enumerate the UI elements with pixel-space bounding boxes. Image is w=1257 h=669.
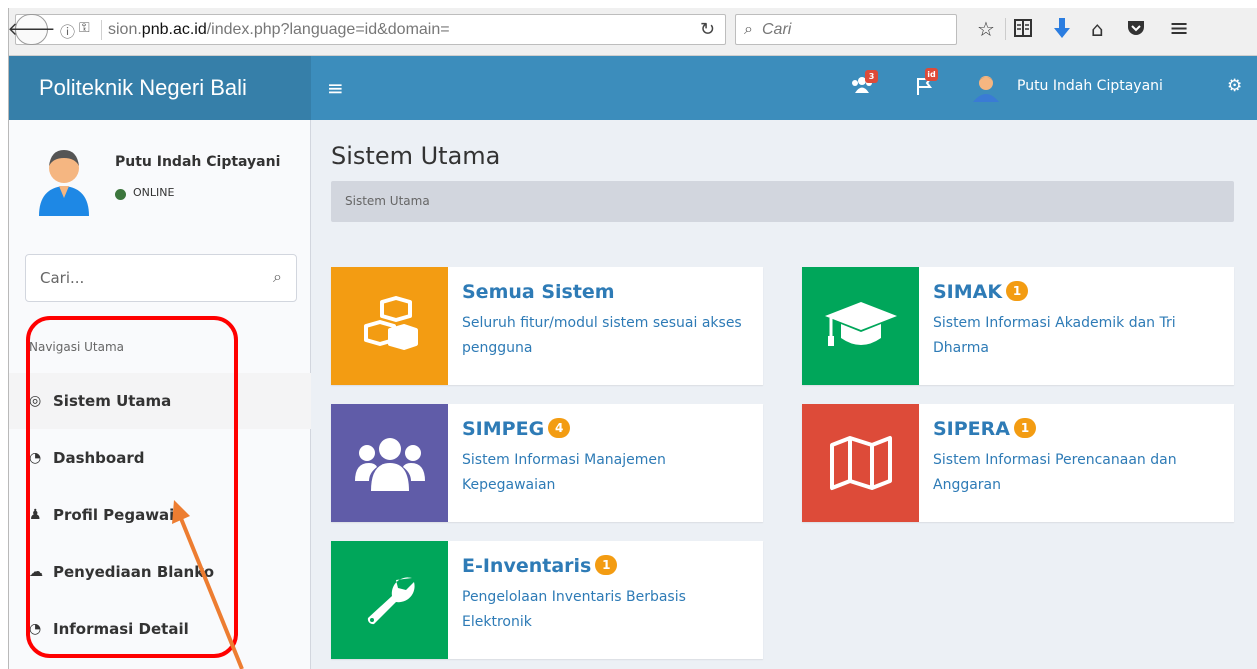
card-description[interactable]: Seluruh fitur/modul sistem sesuai akses … (462, 311, 752, 361)
bookmark-star-icon[interactable]: ☆ (977, 17, 995, 41)
pocket-icon[interactable] (1127, 19, 1145, 37)
card-title[interactable]: SIMAK 1 (933, 281, 1029, 303)
url-domain: pnb.ac.id (141, 21, 207, 38)
brand-logo[interactable]: Politeknik Negeri Bali (9, 56, 311, 120)
card-title[interactable]: Semua Sistem (462, 281, 615, 303)
download-icon[interactable] (1053, 17, 1071, 39)
browser-search-bar[interactable]: ⌕ Cari (735, 14, 957, 45)
reload-icon[interactable]: ↻ (700, 19, 715, 40)
card-title[interactable]: SIMPEG 4 (462, 418, 571, 440)
sidebar-toggle-icon[interactable]: ≡ (327, 76, 344, 100)
online-status-icon (115, 189, 126, 200)
user-panel-avatar (39, 150, 89, 216)
back-button[interactable]: 🡐 (9, 14, 56, 45)
card-icon-box (331, 267, 448, 385)
system-card-simak[interactable]: SIMAK 1 Sistem Informasi Akademik dan Tri… (802, 267, 1234, 385)
map-icon (829, 436, 892, 490)
system-card-simpeg[interactable]: SIMPEG 4 Sistem Informasi Manajemen Kepeg… (331, 404, 763, 522)
toolbar-divider (1005, 18, 1006, 40)
card-badge: 1 (1006, 281, 1029, 301)
breadcrumb: Sistem Utama (331, 181, 1234, 222)
card-description[interactable]: Sistem Informasi Manajemen Kepegawaian (462, 448, 752, 498)
card-title-text: SIMAK (933, 281, 1003, 303)
reading-list-icon[interactable] (1014, 18, 1032, 38)
url-text[interactable]: sion.pnb.ac.id/index.php?language=id&dom… (108, 21, 450, 39)
flag-badge: id (925, 68, 938, 81)
user-status: ONLINE (133, 186, 175, 199)
card-title[interactable]: E-Inventaris 1 (462, 555, 618, 577)
browser-search-placeholder: Cari (762, 21, 792, 38)
search-icon[interactable]: ⌕ (273, 267, 282, 287)
url-bar[interactable]: 🡐 ⓘ ⚿ sion.pnb.ac.id/index.php?language=… (9, 14, 726, 45)
key-icon[interactable]: ⚿ (79, 20, 90, 36)
cubes-icon (363, 296, 418, 350)
card-description[interactable]: Pengelolaan Inventaris Berbasis Elektron… (462, 585, 752, 635)
card-badge: 4 (548, 418, 571, 438)
card-title-text: SIMPEG (462, 418, 545, 440)
card-icon-box (331, 404, 448, 522)
card-description[interactable]: Sistem Informasi Akademik dan Tri Dharma (933, 311, 1223, 361)
card-title-text: SIPERA (933, 418, 1010, 440)
card-title-text: Semua Sistem (462, 281, 615, 303)
breadcrumb-item[interactable]: Sistem Utama (345, 194, 430, 208)
app-header: Politeknik Negeri Bali ≡ 3 id Putu Indah… (9, 56, 1257, 120)
users-notification[interactable]: 3 (851, 70, 878, 98)
card-badge: 1 (1014, 418, 1036, 438)
card-title[interactable]: SIPERA 1 (933, 418, 1036, 440)
card-title-text: E-Inventaris (462, 555, 592, 577)
card-icon-box (802, 267, 919, 385)
browser-toolbar: 🡐 ⓘ ⚿ sion.pnb.ac.id/index.php?language=… (9, 8, 1257, 56)
wrench-icon (367, 577, 415, 625)
home-icon[interactable]: ⌂ (1091, 17, 1104, 41)
menu-icon[interactable]: ≡ (1169, 14, 1189, 42)
card-icon-box (802, 404, 919, 522)
card-description[interactable]: Sistem Informasi Perencanaan dan Anggara… (933, 448, 1223, 498)
annotation-outline (26, 316, 238, 658)
settings-icon[interactable]: ⚙ (1227, 76, 1242, 96)
users-icon (354, 438, 425, 491)
back-arrow-icon: 🡐 (8, 19, 56, 40)
sidebar-search-input[interactable]: Cari... ⌕ (25, 254, 297, 302)
url-prefix: sion. (108, 21, 142, 38)
graduation-cap-icon (824, 302, 897, 346)
user-avatar[interactable] (971, 72, 1001, 102)
header-user-name[interactable]: Putu Indah Ciptayani (1017, 78, 1163, 94)
system-card-e-inventaris[interactable]: E-Inventaris 1 Pengelolaan Inventaris Ber… (331, 541, 763, 659)
system-card-sipera[interactable]: SIPERA 1 Sistem Informasi Perencanaan dan… (802, 404, 1234, 522)
url-separator (101, 20, 102, 40)
card-icon-box (331, 541, 448, 659)
info-icon[interactable]: ⓘ (60, 21, 75, 42)
main-content: Sistem Utama Sistem Utama Semua Sistem S… (311, 120, 1257, 669)
sidebar-search-placeholder: Cari... (40, 269, 85, 287)
system-card-semua-sistem[interactable]: Semua Sistem Seluruh fitur/modul sistem … (331, 267, 763, 385)
url-path: /index.php?language=id&domain= (206, 21, 450, 38)
card-badge: 1 (595, 555, 618, 575)
page-title: Sistem Utama (331, 142, 501, 170)
users-badge: 3 (865, 70, 878, 83)
flag-notification[interactable]: id (915, 68, 938, 100)
search-icon: ⌕ (744, 19, 753, 38)
user-panel-name: Putu Indah Ciptayani (115, 154, 281, 170)
